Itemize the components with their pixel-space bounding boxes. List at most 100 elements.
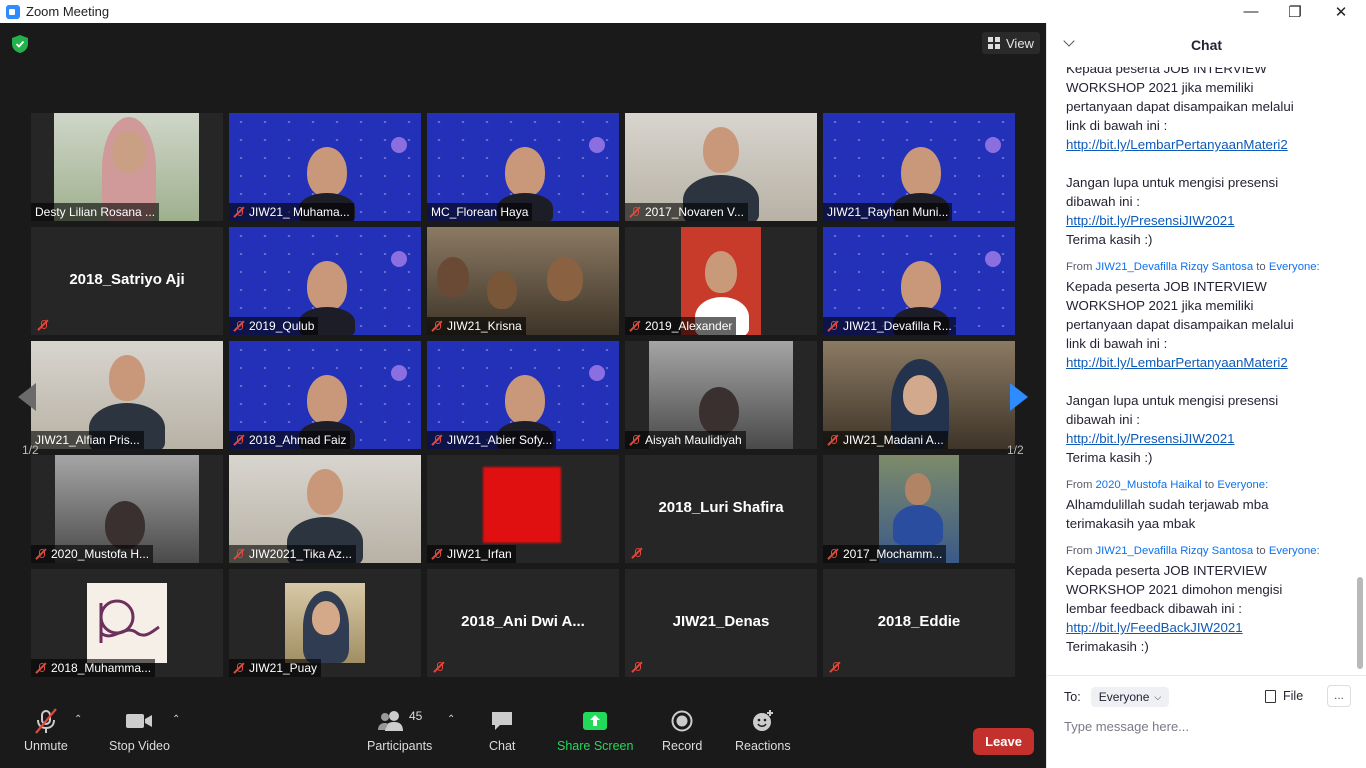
participants-icon bbox=[377, 711, 403, 731]
to-label: To: bbox=[1064, 690, 1081, 704]
participant-tile[interactable]: 2018_Satriyo Aji bbox=[31, 227, 223, 335]
participant-name: JIW21_Krisna bbox=[447, 319, 522, 333]
participant-name-label: JIW21_Abier Sofy... bbox=[427, 431, 557, 449]
share-screen-button[interactable]: Share Screen bbox=[557, 708, 633, 753]
participant-tile[interactable]: 2019_Alexander bbox=[625, 227, 817, 335]
message-link[interactable]: http://bit.ly/LembarPertanyaanMateri2 bbox=[1066, 353, 1346, 372]
message-link[interactable]: http://bit.ly/LembarPertanyaanMateri2 bbox=[1066, 135, 1346, 154]
chat-message-input[interactable]: Type message here... bbox=[1064, 719, 1189, 734]
recipient-name[interactable]: Everyone: bbox=[1269, 545, 1320, 557]
sender-name[interactable]: JIW21_Devafilla Rizqy Santosa bbox=[1096, 545, 1254, 557]
view-button[interactable]: View bbox=[982, 32, 1040, 54]
participant-tile[interactable]: JIW21_Alfian Pris... bbox=[31, 341, 223, 449]
participant-tile[interactable]: 2018_Luri Shafira bbox=[625, 455, 817, 563]
participant-tile[interactable]: 2017_Novaren V... bbox=[625, 113, 817, 221]
collapse-chevron-icon[interactable] bbox=[1063, 35, 1075, 47]
participant-name: JIW21_Alfian Pris... bbox=[35, 433, 140, 447]
participant-tile[interactable]: JIW21_Krisna bbox=[427, 227, 619, 335]
from-prefix: From bbox=[1066, 545, 1093, 557]
video-options-caret-icon[interactable]: ⌃ bbox=[172, 714, 180, 725]
record-button[interactable]: Record bbox=[662, 708, 702, 753]
participant-name: JIW2021_Tika Az... bbox=[249, 547, 352, 561]
muted-microphone-icon bbox=[431, 548, 443, 560]
participant-tile[interactable]: JIW21_ Muhama... bbox=[229, 113, 421, 221]
participant-name: JIW21_Rayhan Muni... bbox=[827, 205, 949, 219]
participant-tile[interactable]: 2019_Qulub bbox=[229, 227, 421, 335]
participant-tile[interactable]: 2018_Eddie bbox=[823, 569, 1015, 677]
participant-video bbox=[87, 583, 167, 663]
participant-tile[interactable]: MC_Florean Haya bbox=[427, 113, 619, 221]
participant-tile[interactable]: JIW21_Irfan bbox=[427, 455, 619, 563]
chat-messages[interactable]: Kepada peserta JOB INTERVIEW WORKSHOP 202… bbox=[1047, 67, 1366, 675]
participant-tile[interactable]: JIW2021_Tika Az... bbox=[229, 455, 421, 563]
participant-tile[interactable]: 2020_Mustofa H... bbox=[31, 455, 223, 563]
message-link[interactable]: http://bit.ly/PresensiJIW2021 bbox=[1066, 211, 1346, 230]
stop-video-button[interactable]: Stop Video bbox=[109, 708, 170, 753]
message-link[interactable]: http://bit.ly/FeedBackJIW2021 bbox=[1066, 618, 1346, 637]
minimize-button[interactable]: — bbox=[1228, 0, 1274, 23]
share-screen-label: Share Screen bbox=[557, 739, 634, 753]
chevron-down-icon: ⌵ bbox=[1154, 691, 1162, 702]
chat-scrollbar[interactable] bbox=[1357, 577, 1363, 669]
restore-button[interactable]: ❐ bbox=[1272, 0, 1318, 23]
muted-microphone-icon bbox=[431, 320, 443, 332]
participant-tile[interactable]: 2018_Ani Dwi A... bbox=[427, 569, 619, 677]
unmute-button[interactable]: Unmute bbox=[24, 708, 68, 753]
participant-name-label: 2018_Ahmad Faiz bbox=[229, 431, 351, 449]
participant-name-label: JIW21_Rayhan Muni... bbox=[823, 203, 953, 221]
leave-button[interactable]: Leave bbox=[973, 728, 1034, 755]
file-icon bbox=[1265, 689, 1276, 703]
muted-microphone-icon bbox=[35, 662, 47, 674]
participant-tile[interactable]: 2018_Muhamma... bbox=[31, 569, 223, 677]
from-prefix: From bbox=[1066, 261, 1093, 273]
recipient-name[interactable]: Everyone: bbox=[1269, 261, 1320, 273]
participant-tile[interactable]: JIW21_Denas bbox=[625, 569, 817, 677]
participant-tile[interactable]: JIW21_Puay bbox=[229, 569, 421, 677]
participant-name-label: 2019_Qulub bbox=[229, 317, 319, 335]
more-options-button[interactable]: ... bbox=[1327, 685, 1351, 707]
recipient-dropdown[interactable]: Everyone ⌵ bbox=[1090, 687, 1170, 707]
participant-tile[interactable]: JIW21_Devafilla R... bbox=[823, 227, 1015, 335]
avatar-logo-icon bbox=[99, 599, 160, 643]
participant-name-label: MC_Florean Haya bbox=[427, 203, 533, 221]
page-indicator-right: 1/2 bbox=[1007, 443, 1024, 457]
sender-name[interactable]: 2020_Mustofa Haikal bbox=[1096, 479, 1202, 491]
participants-button[interactable]: 45 Participants bbox=[367, 708, 432, 753]
sender-name[interactable]: JIW21_Devafilla Rizqy Santosa bbox=[1096, 261, 1254, 273]
to-word: to bbox=[1256, 545, 1266, 557]
previous-page-arrow-icon[interactable] bbox=[18, 383, 36, 411]
close-button[interactable]: ✕ bbox=[1318, 0, 1364, 23]
participants-label: Participants bbox=[367, 739, 433, 753]
next-page-arrow-icon[interactable] bbox=[1010, 383, 1028, 411]
participant-tile[interactable]: JIW21_Madani A... bbox=[823, 341, 1015, 449]
zoom-app-icon bbox=[6, 4, 20, 19]
encryption-shield-icon[interactable] bbox=[12, 35, 28, 53]
message-text-line: WORKSHOP 2021 jika memiliki bbox=[1066, 80, 1254, 95]
file-button[interactable]: File bbox=[1265, 689, 1303, 703]
message-closing: Terima kasih :) bbox=[1066, 450, 1153, 465]
muted-microphone-icon bbox=[37, 319, 49, 331]
participant-tile[interactable]: JIW21_Rayhan Muni... bbox=[823, 113, 1015, 221]
message-link[interactable]: http://bit.ly/PresensiJIW2021 bbox=[1066, 429, 1346, 448]
participants-options-caret-icon[interactable]: ⌃ bbox=[447, 714, 455, 725]
participant-name: Aisyah Maulidiyah bbox=[645, 433, 742, 447]
audio-options-caret-icon[interactable]: ⌃ bbox=[74, 714, 82, 725]
message-text-line: Jangan lupa untuk mengisi presensi bbox=[1066, 393, 1279, 408]
participant-name: 2019_Alexander bbox=[645, 319, 733, 333]
chat-title: Chat bbox=[1190, 37, 1223, 53]
participant-tile[interactable]: 2018_Ahmad Faiz bbox=[229, 341, 421, 449]
participant-name-label: JIW2021_Tika Az... bbox=[229, 545, 356, 563]
file-label: File bbox=[1283, 689, 1304, 703]
participant-name-label: JIW21_ Muhama... bbox=[229, 203, 354, 221]
chat-header: Chat bbox=[1047, 23, 1366, 67]
recipient-name[interactable]: Everyone: bbox=[1217, 479, 1268, 491]
participant-tile[interactable]: JIW21_Abier Sofy... bbox=[427, 341, 619, 449]
message-text-line: Alhamdulillah sudah terjawab mba bbox=[1066, 497, 1269, 512]
chat-button[interactable]: Chat bbox=[489, 708, 515, 753]
participant-tile[interactable]: 2017_Mochamm... bbox=[823, 455, 1015, 563]
participant-tile[interactable]: Desty Lilian Rosana ... bbox=[31, 113, 223, 221]
participant-name: JIW21_Irfan bbox=[447, 547, 512, 561]
participant-video bbox=[285, 583, 365, 663]
participant-tile[interactable]: Aisyah Maulidiyah bbox=[625, 341, 817, 449]
reactions-button[interactable]: Reactions bbox=[735, 708, 791, 753]
